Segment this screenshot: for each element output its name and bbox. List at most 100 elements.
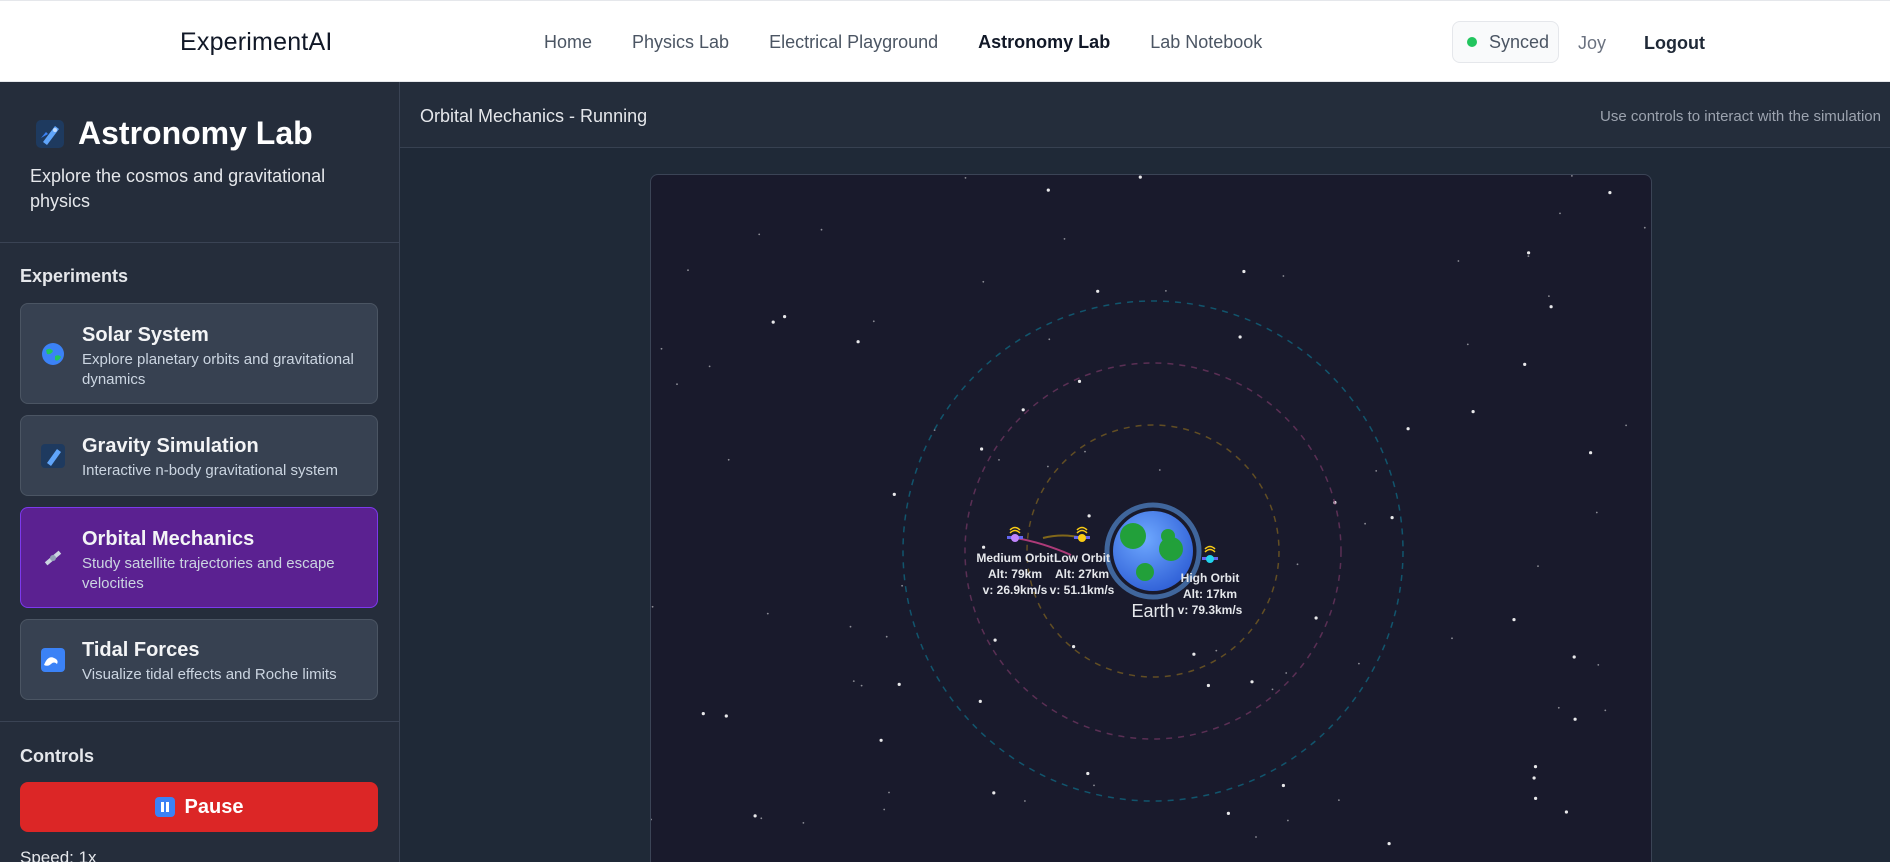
star	[1281, 783, 1285, 788]
star	[753, 814, 757, 818]
star	[982, 545, 986, 549]
star	[852, 680, 855, 682]
star	[1604, 709, 1607, 712]
sidebar-header: Astronomy Lab Explore the cosmos and gra…	[0, 82, 399, 243]
nav-lab-notebook[interactable]: Lab Notebook	[1150, 32, 1262, 53]
experiment-card-solar-system[interactable]: Solar System Explore planetary orbits an…	[20, 303, 378, 404]
star	[1046, 188, 1050, 192]
star	[676, 383, 678, 386]
star	[1643, 226, 1646, 229]
star	[1024, 800, 1026, 802]
satellite-name: Low Orbit	[1054, 551, 1110, 565]
experiment-name: Tidal Forces	[82, 639, 200, 661]
star	[1206, 683, 1210, 688]
star	[727, 458, 730, 461]
simulation-status-title: Orbital Mechanics - Running	[420, 106, 648, 126]
star	[901, 584, 903, 587]
experiment-card-orbital-mechanics[interactable]: Orbital Mechanics Study satellite trajec…	[20, 507, 378, 608]
speed-label: Speed: 1x	[20, 848, 97, 862]
star	[1527, 255, 1530, 257]
star	[885, 635, 888, 638]
star	[1250, 680, 1254, 684]
star	[1457, 260, 1460, 262]
star	[1364, 522, 1366, 525]
simulation-hint: Use controls to interact with the simula…	[1600, 108, 1881, 125]
star	[724, 714, 728, 718]
experiment-description: Explore planetary orbits and gravitation…	[82, 351, 354, 388]
star	[1338, 799, 1340, 801]
orbit-scene: Earth Medium Orbit Alt: 79km v: 26.9km/s…	[651, 175, 1646, 846]
star	[1358, 662, 1360, 665]
pause-button[interactable]: Pause	[20, 782, 378, 832]
star	[1387, 842, 1391, 846]
star	[1077, 379, 1082, 383]
star	[1375, 470, 1378, 472]
star	[1533, 765, 1538, 769]
experiment-card-tidal-forces[interactable]: Tidal Forces Visualize tidal effects and…	[20, 619, 378, 700]
star	[1242, 269, 1246, 274]
sidebar-title-text: Astronomy Lab	[78, 115, 313, 151]
star	[783, 315, 787, 319]
star	[1597, 664, 1600, 666]
star	[1047, 465, 1049, 468]
logout-button[interactable]: Logout	[1644, 33, 1705, 54]
brand-logo[interactable]: ExperimentAI	[180, 28, 332, 57]
sync-status-label: Synced	[1489, 31, 1550, 52]
star	[760, 817, 763, 820]
star	[1608, 191, 1612, 195]
satellite-icon	[44, 550, 62, 566]
rocket-icon	[36, 119, 64, 148]
star	[708, 365, 711, 368]
satellite-dot	[1078, 534, 1086, 542]
rocket-icon	[41, 444, 65, 468]
nav-astronomy-lab[interactable]: Astronomy Lab	[978, 32, 1110, 53]
star	[1314, 616, 1318, 620]
sidebar-title: Astronomy Lab	[34, 115, 313, 152]
experiments-heading: Experiments	[20, 266, 129, 286]
experiment-description: Visualize tidal effects and Roche limits	[82, 666, 337, 683]
satellite-high-orbit[interactable]	[1202, 545, 1218, 564]
star	[1226, 811, 1230, 816]
simulation-canvas[interactable]: Earth Medium Orbit Alt: 79km v: 26.9km/s…	[650, 174, 1652, 862]
star	[1549, 305, 1553, 309]
star	[1532, 776, 1536, 780]
star	[1271, 688, 1274, 691]
sync-status-badge: Synced	[1452, 21, 1559, 63]
star	[1572, 655, 1576, 659]
satellite-altitude: Alt: 27km	[1055, 567, 1109, 581]
star	[1048, 338, 1051, 341]
satellite-name: Medium Orbit	[976, 551, 1053, 565]
nav-physics-lab[interactable]: Physics Lab	[632, 32, 729, 53]
star	[883, 808, 886, 811]
star	[1158, 469, 1161, 471]
main-nav: Home Physics Lab Electrical Playground A…	[544, 32, 1262, 53]
pause-icon	[154, 797, 175, 817]
star	[802, 822, 805, 824]
nav-home[interactable]: Home	[544, 32, 592, 53]
star	[982, 280, 985, 283]
sidebar: Astronomy Lab Explore the cosmos and gra…	[0, 82, 400, 862]
star	[888, 791, 890, 794]
star	[1287, 819, 1289, 822]
satellite-velocity: v: 79.3km/s	[1178, 603, 1243, 617]
star	[998, 459, 1000, 461]
nav-electrical-playground[interactable]: Electrical Playground	[769, 32, 938, 53]
star	[660, 347, 663, 350]
user-name[interactable]: Joy	[1578, 33, 1606, 54]
star	[1451, 637, 1453, 640]
pause-button-label: Pause	[184, 795, 244, 818]
experiment-description: Study satellite trajectories and escape …	[82, 555, 335, 592]
experiment-card-gravity-simulation[interactable]: Gravity Simulation Interactive n-body gr…	[20, 415, 378, 496]
star	[1063, 238, 1066, 240]
star	[897, 682, 901, 686]
star	[1138, 175, 1142, 179]
star	[1625, 424, 1627, 427]
controls-heading: Controls	[20, 746, 94, 766]
satellite-low-orbit[interactable]	[1074, 526, 1090, 543]
star	[1084, 450, 1086, 453]
experiment-name: Orbital Mechanics	[82, 528, 255, 550]
star	[1215, 649, 1218, 652]
star	[651, 818, 652, 821]
sidebar-subtitle: Explore the cosmos and gravitational phy…	[30, 166, 326, 211]
satellite-velocity: v: 51.1km/s	[1050, 583, 1115, 597]
